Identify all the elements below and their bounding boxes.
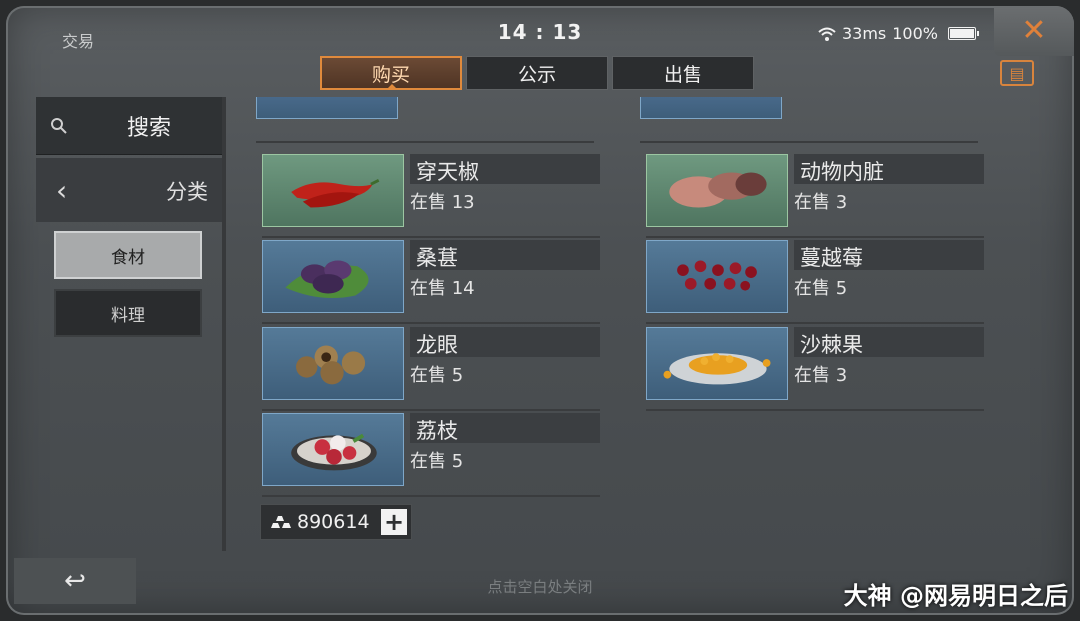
item-list: 穿天椒 在售 13 动物内脏 在售 3 桑葚 在售 14 蔓越莓 在售 5 龙眼… xyxy=(230,97,1040,551)
close-x-icon: ✕ xyxy=(1021,13,1047,48)
clipboard-button[interactable]: ▤ xyxy=(1000,60,1034,86)
trade-tabs: 购买 公示 出售 xyxy=(320,56,754,90)
trade-window: 交易 14 : 13 33ms 100% ✕ 购买 公示 出售 ▤ 搜索 ‹ 分… xyxy=(6,6,1074,615)
list-item[interactable]: 桑葚 在售 14 xyxy=(236,240,600,324)
row-divider xyxy=(262,495,600,497)
list-item[interactable]: 沙棘果 在售 3 xyxy=(620,327,984,411)
item-stock: 在售 3 xyxy=(794,192,848,213)
row-divider xyxy=(256,141,594,143)
category-button[interactable]: ‹ 分类 xyxy=(36,158,222,222)
row-divider xyxy=(262,322,600,324)
battery-icon xyxy=(948,27,979,40)
battery-fill xyxy=(950,29,974,38)
item-name: 龙眼 xyxy=(416,333,458,357)
gold-bars-icon xyxy=(271,516,291,528)
item-name: 桑葚 xyxy=(416,246,458,270)
row-divider xyxy=(646,322,984,324)
row-divider xyxy=(646,236,984,238)
red-pepper-icon xyxy=(262,154,404,227)
list-item[interactable]: 龙眼 在售 5 xyxy=(236,327,600,411)
item-stock: 在售 3 xyxy=(794,365,848,386)
item-stock: 在售 5 xyxy=(794,278,848,299)
item-stock: 在售 13 xyxy=(410,192,475,213)
row-divider xyxy=(640,141,978,143)
item-name: 动物内脏 xyxy=(800,160,884,184)
row-divider xyxy=(646,409,984,411)
search-button[interactable]: 搜索 xyxy=(36,97,222,155)
close-button[interactable]: ✕ xyxy=(994,6,1074,56)
currency-amount: 890614 xyxy=(297,511,370,533)
row-divider xyxy=(262,236,600,238)
item-name: 沙棘果 xyxy=(800,333,863,357)
longan-icon xyxy=(262,327,404,400)
ping-value: 33ms xyxy=(841,24,887,43)
category-label: 分类 xyxy=(166,180,208,204)
row-divider xyxy=(262,409,600,411)
clipboard-icon: ▤ xyxy=(1009,63,1025,83)
item-stock: 在售 14 xyxy=(410,278,475,299)
list-item[interactable]: 荔枝 在售 5 xyxy=(236,413,600,497)
cranberry-icon xyxy=(646,240,788,313)
watermark: 大神 @网易明日之后 xyxy=(843,582,1068,610)
tab-sell[interactable]: 出售 xyxy=(612,56,754,90)
mulberry-icon xyxy=(262,240,404,313)
tab-buy[interactable]: 购买 xyxy=(320,56,462,90)
sidebar: 搜索 ‹ 分类 食材 料理 xyxy=(36,97,222,551)
search-icon xyxy=(51,118,67,134)
plus-icon: + xyxy=(383,508,405,536)
list-item[interactable]: 蔓越莓 在售 5 xyxy=(620,240,984,324)
item-name: 穿天椒 xyxy=(416,160,479,184)
list-item[interactable]: 穿天椒 在售 13 xyxy=(236,154,600,238)
wifi-icon xyxy=(818,27,836,41)
item-stock: 在售 5 xyxy=(410,451,464,472)
subcategory-ingredients[interactable]: 食材 xyxy=(54,231,202,279)
subcategory-dishes[interactable]: 料理 xyxy=(54,289,202,337)
lychee-icon xyxy=(262,413,404,486)
add-currency-button[interactable]: + xyxy=(381,508,407,536)
item-name: 蔓越莓 xyxy=(800,246,863,270)
sea-buckthorn-icon xyxy=(646,327,788,400)
chevron-left-icon: ‹ xyxy=(56,174,68,207)
item-name: 荔枝 xyxy=(416,419,458,443)
sidebar-divider xyxy=(222,97,226,551)
status-indicators: 33ms 100% xyxy=(818,24,979,43)
battery-percent: 100% xyxy=(892,24,938,43)
currency-display: 890614 + xyxy=(260,504,412,540)
item-stock: 在售 5 xyxy=(410,365,464,386)
item-thumb-partial[interactable] xyxy=(640,97,782,119)
list-item[interactable]: 动物内脏 在售 3 xyxy=(620,154,984,238)
item-thumb-partial[interactable] xyxy=(256,97,398,119)
organ-meat-icon xyxy=(646,154,788,227)
tab-notice[interactable]: 公示 xyxy=(466,56,608,90)
